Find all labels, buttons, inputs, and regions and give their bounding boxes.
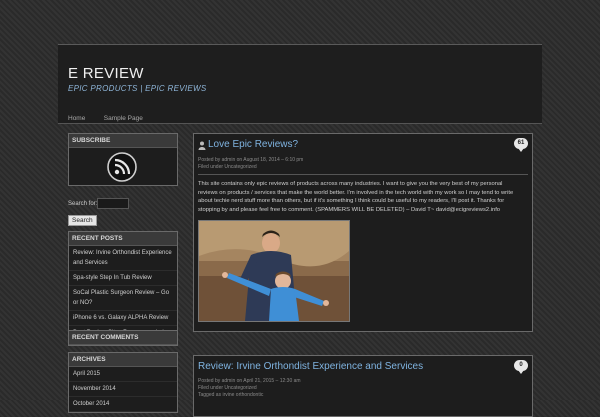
nav-home[interactable]: Home <box>68 115 85 122</box>
post-tags: Tagged as irvine orthondontic <box>198 392 264 398</box>
subscribe-title: SUBSCRIBE <box>69 134 177 148</box>
rss-area <box>69 148 177 185</box>
post-filed-under: Filed under Uncategorized <box>198 164 257 170</box>
top-band <box>58 0 542 45</box>
post-article: Review: Irvine Orthondist Experience and… <box>193 355 533 417</box>
post-title[interactable]: Review: Irvine Orthondist Experience and… <box>198 361 423 372</box>
recent-comments-widget: RECENT COMMENTS <box>68 330 178 346</box>
recent-posts-widget: RECENT POSTS Review: Irvine Orthondist E… <box>68 231 178 342</box>
recent-post-link[interactable]: Spa-style Step In Tub Review <box>69 271 177 286</box>
comment-count-bubble[interactable]: 61 <box>514 138 528 152</box>
recent-comments-title: RECENT COMMENTS <box>69 331 177 345</box>
comment-count-bubble[interactable]: 0 <box>514 360 528 374</box>
page-wrapper: E REVIEW EPIC PRODUCTS | EPIC REVIEWS Ho… <box>58 0 542 417</box>
post-meta: Posted by admin on April 21, 2015 – 12:3… <box>198 378 301 384</box>
recent-posts-title: RECENT POSTS <box>69 232 177 246</box>
user-icon <box>198 141 206 150</box>
post-meta: Posted by admin on August 18, 2014 – 6:1… <box>198 157 304 163</box>
post-title[interactable]: Love Epic Reviews? <box>208 139 298 150</box>
recent-post-link[interactable]: Review: Irvine Orthondist Experience and… <box>69 246 177 271</box>
search-row: Search for: <box>68 198 176 209</box>
search-widget: Search for: Search <box>68 197 176 227</box>
recent-post-link[interactable]: iPhone 6 vs. Galaxy ALPHA Review <box>69 311 177 326</box>
nav-sample-page[interactable]: Sample Page <box>104 115 143 122</box>
recent-post-link[interactable]: SoCal Plastic Surgeon Review – Go or NO? <box>69 286 177 311</box>
archives-widget: ARCHIVES April 2015 November 2014 Octobe… <box>68 352 178 413</box>
post-body: This site contains only epic reviews of … <box>198 181 514 213</box>
archive-link[interactable]: October 2014 <box>69 397 177 412</box>
archives-title: ARCHIVES <box>69 353 177 367</box>
site-header: E REVIEW EPIC PRODUCTS | EPIC REVIEWS Ho… <box>58 45 542 124</box>
site-tagline: EPIC PRODUCTS | EPIC REVIEWS <box>68 84 207 93</box>
site-title[interactable]: E REVIEW <box>68 65 144 82</box>
rss-icon[interactable] <box>107 152 137 182</box>
post-photo <box>198 220 350 322</box>
search-button[interactable]: Search <box>68 215 97 226</box>
post-article: Love Epic Reviews? Posted by admin on Au… <box>193 133 533 332</box>
post-divider <box>198 174 528 175</box>
post-filed-under: Filed under Uncategorized <box>198 385 257 391</box>
post-photo-image <box>199 221 349 321</box>
archive-link[interactable]: April 2015 <box>69 367 177 382</box>
archive-link[interactable]: November 2014 <box>69 382 177 397</box>
main-nav: Home Sample Page <box>68 107 157 125</box>
subscribe-widget: SUBSCRIBE <box>68 133 178 186</box>
search-label: Search for: <box>68 200 98 207</box>
search-input[interactable] <box>97 198 130 209</box>
